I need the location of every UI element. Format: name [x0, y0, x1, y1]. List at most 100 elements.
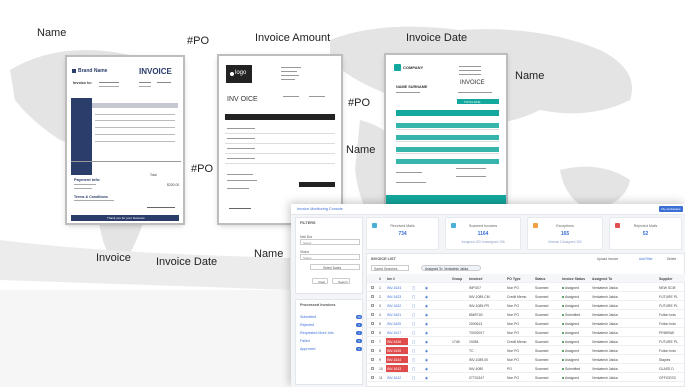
document-icon[interactable]: ◉	[425, 295, 428, 299]
label-po: #PO	[348, 97, 371, 109]
table-row[interactable]: 8 INV-1615 TC Non PO Scanned Venkatesh Jakka F…	[367, 346, 685, 355]
invoice-to-label: Invoice to:	[73, 81, 92, 85]
invoice-monitoring-dashboard: Invoice Monitoring Console My workspace …	[291, 204, 685, 387]
document-icon[interactable]: ◉	[425, 367, 428, 371]
payment-info-label: Payment Info:	[74, 177, 101, 182]
upload-invoice-button[interactable]: Upload Invoice	[597, 257, 618, 261]
sidebar-band	[71, 98, 92, 175]
view-icon[interactable]: ▢	[412, 322, 415, 326]
view-icon[interactable]: ▢	[412, 313, 415, 317]
invoice-status: Assigned	[562, 331, 579, 335]
row-checkbox[interactable]	[371, 313, 374, 316]
view-icon[interactable]: ▢	[412, 367, 415, 371]
invoice-status: Assigned	[562, 286, 579, 290]
table-row[interactable]: 2 INV-1623 INV-1089-CM Credit Memo Scanned Ve…	[367, 292, 685, 301]
processed-item-failed[interactable]: Failed 0	[300, 339, 362, 346]
stat-card-scanned-invoices[interactable]: Scanned Invoices 1164 Assigned 153 Unass…	[445, 217, 521, 250]
table-row[interactable]: 4 INV-1621 856971B Non PO Scanned Venkatesh J…	[367, 310, 685, 319]
invoice-status: Assigned	[562, 358, 579, 362]
stat-card-exceptions[interactable]: Exceptions 165 Manual 2 Assigned 163	[527, 217, 603, 250]
stat-card-received-mails[interactable]: Received Mails 734	[366, 217, 439, 250]
invoice-table: # Inv # Group Invoice# PO Type Status In…	[367, 274, 685, 387]
status-dot-icon	[562, 350, 564, 352]
row-checkbox[interactable]	[371, 322, 374, 325]
row-checkbox[interactable]	[371, 304, 374, 307]
label-name: Name	[37, 27, 67, 39]
saved-searches-select[interactable]: Saved Searches	[371, 265, 409, 271]
table-row[interactable]: 9 INV-1614 INV-1089-00 Non PO Scanned Venkate…	[367, 355, 685, 364]
row-checkbox[interactable]	[371, 340, 374, 343]
document-icon[interactable]: ◉	[425, 376, 428, 380]
table-row[interactable]: 1 INV-1624 INPO07 Non PO Scanned Venkatesh Ja…	[367, 283, 685, 292]
status-dot-icon	[562, 305, 564, 307]
view-icon[interactable]: ▢	[412, 304, 415, 308]
document-icon[interactable]: ◉	[425, 358, 428, 362]
view-icon[interactable]: ▢	[412, 376, 415, 380]
document-icon[interactable]: ◉	[425, 322, 428, 326]
invoice-title: INVOICE	[460, 80, 485, 86]
view-icon[interactable]: ▢	[412, 349, 415, 353]
table-row[interactable]: 3 INV-1622 INV-1089-PR Non PO Scanned Venkate…	[367, 301, 685, 310]
processed-item-approved[interactable]: Approved 0	[300, 347, 362, 354]
total-label: Total	[150, 173, 157, 177]
invoice-title: INV OICE	[227, 96, 258, 103]
invoice-status: Assigned	[562, 304, 579, 308]
table-row[interactable]: 5 INV-1620 2000613 Non PO Scanned Venkatesh J…	[367, 319, 685, 328]
label-po: #PO	[187, 35, 210, 47]
mail-box-select[interactable]: Select	[300, 239, 360, 245]
label-invoice-date: Invoice Date	[156, 256, 218, 268]
invoice-status: Assigned	[562, 322, 579, 326]
table-header-bar	[92, 103, 178, 108]
row-checkbox[interactable]	[371, 295, 374, 298]
table-row[interactable]: 10 INV-1613 INV-4080 PO Scanned Venkatesh Jak…	[367, 364, 685, 373]
processed-item-more-info[interactable]: Requested More Info 1	[300, 331, 362, 338]
delete-button[interactable]: Delete	[667, 257, 676, 261]
table-row[interactable]: 7 INV-1616 1748 19284 Credit Memo Scanned Venk…	[367, 337, 685, 346]
status-dot-icon	[562, 332, 564, 334]
processed-title: Processed Invoices	[300, 303, 336, 307]
logo-text: logo	[235, 70, 247, 76]
processed-item-submitted[interactable]: Submitted 10	[300, 315, 362, 322]
invoice-document-3: COMPANY INVOICE NAME SURNAME TOTAL DUE	[386, 55, 506, 210]
select-dates-button[interactable]: Select Dates	[310, 264, 360, 270]
row-checkbox[interactable]	[371, 331, 374, 334]
row-checkbox[interactable]	[371, 286, 374, 289]
view-icon[interactable]: ▢	[412, 331, 415, 335]
view-icon[interactable]: ▢	[412, 340, 415, 344]
workspace-button[interactable]: My workspace	[659, 206, 683, 212]
document-icon[interactable]: ◉	[425, 286, 428, 290]
table-row[interactable]: 6 INV-1617 T0000017 Non PO Scanned Venkatesh …	[367, 328, 685, 337]
status-dot-icon	[562, 314, 564, 316]
label-po: #PO	[191, 163, 214, 175]
assigned-filter-chip[interactable]: Assigned To: Venkatesh Jakka	[421, 265, 481, 271]
add-filter-button[interactable]: Add Filter	[639, 257, 653, 261]
view-icon[interactable]: ▢	[412, 295, 415, 299]
invoice-list-panel: INVOICE LIST Upload Invoice Add Filter D…	[366, 253, 685, 387]
table-row[interactable]: 11 INV-1612 07731347 Non PO Scanned Venkatesh…	[367, 373, 685, 382]
status-select[interactable]: Status	[300, 254, 360, 260]
document-icon[interactable]: ◉	[425, 349, 428, 353]
row-checkbox[interactable]	[371, 376, 374, 379]
processed-item-rejected[interactable]: Rejected 2	[300, 323, 362, 330]
invoice-title: INVOICE	[139, 67, 172, 76]
view-icon[interactable]: ▢	[412, 358, 415, 362]
label-invoice-amount: Invoice Amount	[255, 32, 331, 44]
document-icon[interactable]: ◉	[425, 313, 428, 317]
stat-card-rejected-mails[interactable]: Rejected Mails 52	[609, 217, 682, 250]
clear-button[interactable]: Clear	[312, 278, 328, 284]
brand-logo-icon	[72, 69, 76, 73]
row-checkbox[interactable]	[371, 349, 374, 352]
label-invoice-date: Invoice Date	[406, 32, 468, 44]
document-icon[interactable]: ◉	[425, 340, 428, 344]
total-value: $200.00	[167, 183, 180, 187]
label-name: Name	[346, 144, 376, 156]
logo-icon	[230, 72, 234, 76]
view-icon[interactable]: ▢	[412, 286, 415, 290]
row-checkbox[interactable]	[371, 358, 374, 361]
search-button[interactable]: Search	[332, 278, 350, 284]
document-icon[interactable]: ◉	[425, 304, 428, 308]
bill-to-name: NAME SURNAME	[396, 85, 428, 89]
row-checkbox[interactable]	[371, 367, 374, 370]
status-dot-icon	[562, 296, 564, 298]
document-icon[interactable]: ◉	[425, 331, 428, 335]
